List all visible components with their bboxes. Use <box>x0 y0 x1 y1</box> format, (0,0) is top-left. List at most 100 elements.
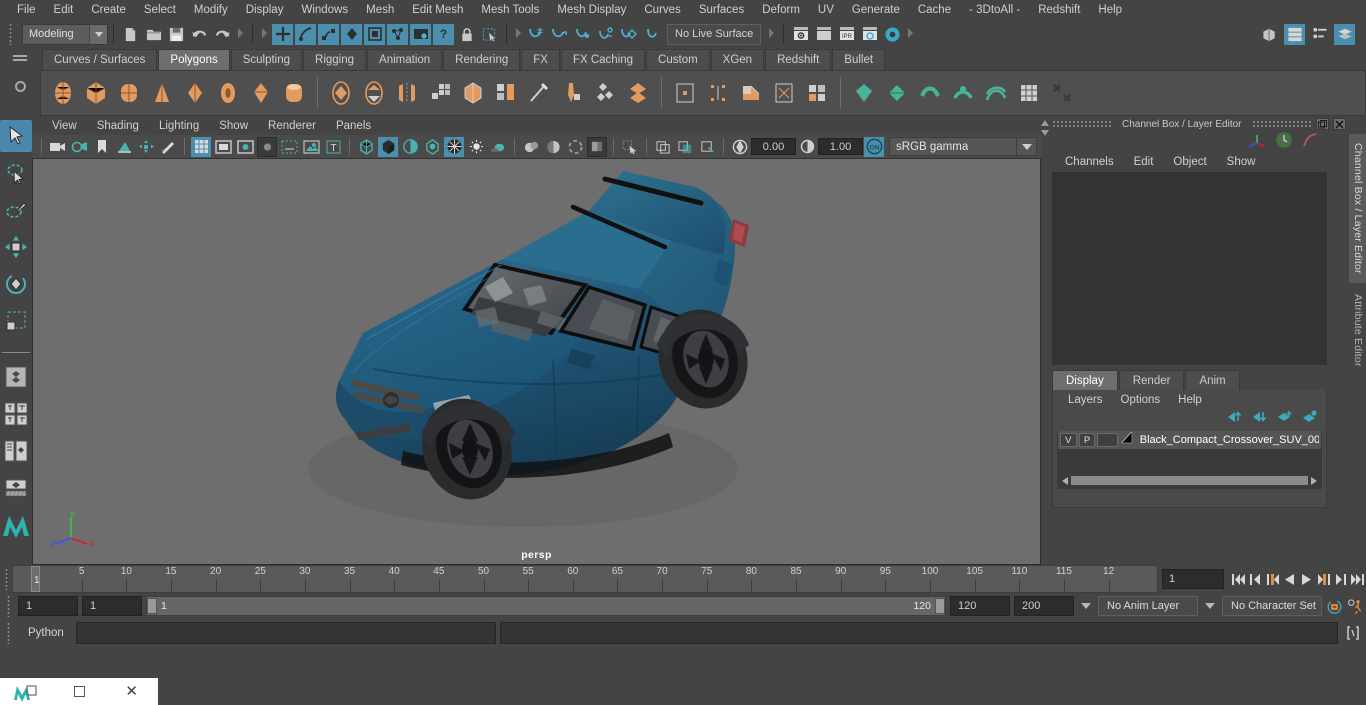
command-line-output[interactable] <box>500 622 1338 644</box>
layer-menu-options[interactable]: Options <box>1112 394 1170 406</box>
collapse-arrow-icon-2[interactable] <box>260 23 269 45</box>
shelf-tab-bullet[interactable]: Bullet <box>832 49 885 70</box>
uv-unfold-icon[interactable] <box>768 77 800 109</box>
scroll-up-arrow-icon[interactable] <box>1041 120 1049 126</box>
single-perspective-layout-icon[interactable] <box>0 361 32 393</box>
layer-menu-help[interactable]: Help <box>1169 394 1211 406</box>
polygon-plane-icon[interactable] <box>179 77 211 109</box>
menu-mesh-display[interactable]: Mesh Display <box>548 2 635 18</box>
layer-tab-anim[interactable]: Anim <box>1185 370 1239 390</box>
shelf-tab-animation[interactable]: Animation <box>367 49 442 70</box>
open-scene-icon[interactable] <box>143 24 164 45</box>
xray-joints-icon[interactable] <box>675 137 695 157</box>
range-end-field[interactable]: 120 <box>950 596 1010 616</box>
viewport-menu-lighting[interactable]: Lighting <box>149 120 209 132</box>
menu-surfaces[interactable]: Surfaces <box>690 2 753 18</box>
scroll-left-arrow-icon[interactable] <box>1062 477 1068 485</box>
menu-modify[interactable]: Modify <box>185 2 237 18</box>
menu-cache[interactable]: Cache <box>909 2 960 18</box>
bridge-icon[interactable] <box>490 77 522 109</box>
uv-snapshot-icon[interactable] <box>1046 77 1078 109</box>
new-scene-icon[interactable] <box>120 24 141 45</box>
snap-to-point-icon[interactable] <box>572 24 593 45</box>
exposure-aperture-icon[interactable] <box>730 137 750 157</box>
layer-shading-toggle[interactable] <box>1097 433 1117 447</box>
time-slider[interactable]: 1 51015202530354045505560657075808590951… <box>12 565 1158 593</box>
xray-active-components-icon[interactable] <box>697 137 717 157</box>
gate-mask-icon[interactable] <box>257 137 277 157</box>
render-current-frame-icon[interactable] <box>790 24 811 45</box>
snap-to-view-plane-icon[interactable] <box>618 24 639 45</box>
layer-tab-render[interactable]: Render <box>1119 370 1185 390</box>
color-space-selector[interactable]: sRGB gamma <box>889 137 1017 156</box>
grease-pencil-icon[interactable] <box>158 137 178 157</box>
bookmark-icon[interactable] <box>92 137 112 157</box>
snap-to-curve-icon[interactable] <box>549 24 570 45</box>
channel-menu-show[interactable]: Show <box>1217 156 1266 168</box>
select-tool-icon[interactable] <box>0 120 32 152</box>
perspective-viewport[interactable]: y x z persp <box>32 159 1041 565</box>
menu-help[interactable]: Help <box>1089 2 1131 18</box>
image-plane-icon[interactable] <box>114 137 134 157</box>
layer-row[interactable]: V P Black_Compact_Crossover_SUV_001_l <box>1058 431 1321 449</box>
make-live-icon[interactable] <box>641 24 662 45</box>
shelf-tab-rigging[interactable]: Rigging <box>303 49 366 70</box>
menu-display[interactable]: Display <box>237 2 293 18</box>
viewport-menu-show[interactable]: Show <box>209 120 258 132</box>
layer-playback-toggle[interactable]: P <box>1079 433 1096 447</box>
xray-icon[interactable] <box>653 137 673 157</box>
viewport-menu-renderer[interactable]: Renderer <box>258 120 326 132</box>
status-line-grip[interactable] <box>4 23 16 45</box>
layer-list-horizontal-scrollbar[interactable] <box>1061 475 1318 486</box>
current-frame-field[interactable]: 1 <box>1162 569 1224 589</box>
panel-drag-dots-left[interactable] <box>1052 120 1112 128</box>
wireframe-shade-icon[interactable] <box>356 137 376 157</box>
menu-edit-mesh[interactable]: Edit Mesh <box>403 2 472 18</box>
snap-to-grid-icon[interactable] <box>526 24 547 45</box>
menu-windows[interactable]: Windows <box>292 2 357 18</box>
go-to-end-icon[interactable] <box>1349 569 1366 589</box>
modeling-toolkit-icon[interactable] <box>1259 24 1280 45</box>
uv-editor-icon[interactable] <box>669 77 701 109</box>
viewport-menu-view[interactable]: View <box>42 120 87 132</box>
paint-select-tool-icon[interactable] <box>0 194 32 226</box>
maya-app-icon[interactable] <box>0 678 53 705</box>
color-space-chevron-down-icon[interactable] <box>1017 137 1037 156</box>
render-sequence-icon[interactable] <box>813 24 834 45</box>
undock-panel-icon[interactable] <box>1316 118 1329 130</box>
polygon-cone-icon[interactable] <box>146 77 178 109</box>
side-tab-attribute-editor[interactable]: Attribute Editor <box>1349 285 1366 376</box>
shelf-tab-sculpting[interactable]: Sculpting <box>231 49 302 70</box>
undo-icon[interactable] <box>189 24 210 45</box>
lock-selection-icon[interactable] <box>456 24 477 45</box>
polygon-pipe-icon[interactable] <box>278 77 310 109</box>
attribute-editor-icon[interactable] <box>1284 24 1305 45</box>
select-uvs-icon[interactable] <box>387 24 408 45</box>
ambient-occlusion-icon[interactable] <box>521 137 541 157</box>
gamma-field[interactable]: 1.00 <box>818 138 863 155</box>
uv-layout-icon[interactable] <box>801 77 833 109</box>
animation-preferences-icon[interactable] <box>1347 596 1364 616</box>
shelf-tab-curves-surfaces[interactable]: Curves / Surfaces <box>42 49 157 70</box>
render-settings-icon[interactable] <box>859 24 880 45</box>
viewport-scroll-controls[interactable] <box>1041 116 1049 565</box>
sculpt-tool-2-icon[interactable] <box>881 77 913 109</box>
character-set-chevron-down-icon[interactable] <box>1202 596 1218 616</box>
isolate-select-icon[interactable] <box>620 137 640 157</box>
shelf-tab-rendering[interactable]: Rendering <box>443 49 520 70</box>
command-line-language-label[interactable]: Python <box>18 627 72 639</box>
select-by-hierarchy-icon[interactable] <box>272 24 293 45</box>
move-layer-down-icon[interactable] <box>1252 410 1268 428</box>
range-end-handle[interactable] <box>935 598 945 614</box>
select-render-nodes-icon[interactable] <box>410 24 431 45</box>
combine-icon[interactable] <box>391 77 423 109</box>
extrude-icon[interactable] <box>424 77 456 109</box>
redo-icon[interactable] <box>212 24 233 45</box>
tool-settings-icon[interactable] <box>1309 24 1330 45</box>
create-empty-layer-icon[interactable] <box>1277 410 1293 428</box>
menu-3dtoall[interactable]: - 3DtoAll - <box>960 2 1029 18</box>
polygon-prism-icon[interactable] <box>245 77 277 109</box>
menu-edit[interactable]: Edit <box>45 2 83 18</box>
boolean-union-icon[interactable] <box>325 77 357 109</box>
select-vertices-icon[interactable] <box>341 24 362 45</box>
